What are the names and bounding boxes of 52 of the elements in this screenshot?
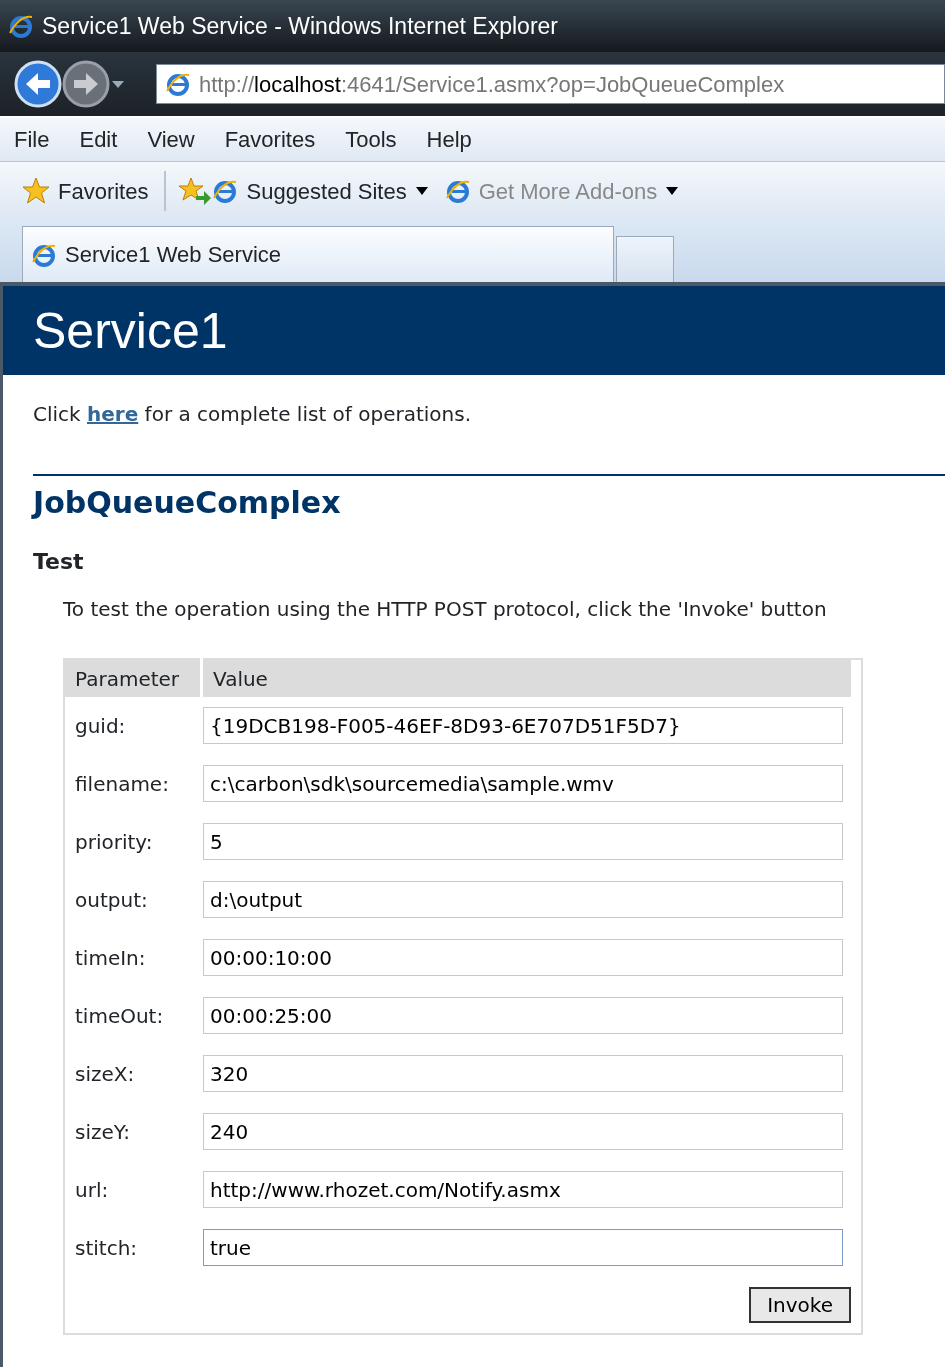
- input-field[interactable]: http://www.rhozet.com/Notify.asmx: [203, 1171, 843, 1208]
- input-field[interactable]: 00:00:25:00: [203, 997, 843, 1034]
- column-header: Parameter: [65, 657, 203, 700]
- parameter-label: stitch:: [74, 1235, 139, 1262]
- back-button-icon[interactable]: [14, 60, 62, 108]
- menu-item[interactable]: Tools: [345, 123, 397, 156]
- caret-icon[interactable]: [110, 79, 126, 89]
- parameter-label: url:: [74, 1177, 110, 1204]
- favorites-button[interactable]: Favorites: [58, 174, 149, 208]
- intro-text: Click here for a complete list of operations.: [33, 401, 473, 428]
- parameter-label: timeIn:: [74, 945, 147, 972]
- column-header: Value: [212, 665, 269, 693]
- menu-item[interactable]: Help: [426, 123, 472, 156]
- caret-icon[interactable]: [414, 186, 429, 196]
- input-field[interactable]: 00:00:10:00: [203, 939, 843, 976]
- description-text: To test the operation using the HTTP POST protocol, click the 'Invoke' button: [63, 596, 828, 623]
- add-favorite-icon[interactable]: [178, 176, 213, 206]
- operation-title: JobQueueComplex: [33, 484, 342, 522]
- parameter-label: output:: [74, 887, 149, 914]
- caret-icon[interactable]: [665, 186, 680, 196]
- parameter-label: priority:: [74, 829, 154, 856]
- parameter-label: sizeY:: [74, 1119, 132, 1146]
- star-icon[interactable]: [22, 177, 50, 205]
- browser-logo-icon: [212, 178, 239, 204]
- parameter-label: guid:: [74, 713, 127, 740]
- browser-logo-icon: [444, 178, 471, 204]
- input-field[interactable]: true: [203, 1229, 843, 1266]
- page-header: Service1: [3, 286, 945, 375]
- menu-item[interactable]: Favorites: [224, 123, 316, 156]
- browser-logo-icon: [165, 71, 191, 97]
- section-heading: Test: [33, 548, 85, 576]
- input-field[interactable]: d:\output: [203, 881, 843, 918]
- input-field[interactable]: 240: [203, 1113, 843, 1150]
- input-field[interactable]: 5: [203, 823, 843, 860]
- menu-item[interactable]: Edit: [79, 123, 118, 156]
- parameter-label: timeOut:: [74, 1003, 165, 1030]
- address-field[interactable]: http://localhost:4641/Service1.asmx?op=JobQueueComplex: [156, 64, 945, 104]
- favorites-link[interactable]: Suggested Sites: [246, 174, 407, 208]
- menu-item[interactable]: View: [147, 123, 195, 156]
- input-field[interactable]: {19DCB198-F005-46EF-8D93-6E707D51F5D7}: [203, 707, 843, 744]
- window-title: Service1 Web Service - Windows Internet Explorer: [42, 11, 558, 41]
- input-field[interactable]: 320: [203, 1055, 843, 1092]
- operations-link[interactable]: here: [87, 402, 139, 426]
- parameter-label: filename:: [74, 771, 170, 798]
- input-field[interactable]: c:\carbon\sdk\sourcemedia\sample.wmv: [203, 765, 843, 802]
- menu-item[interactable]: File: [14, 123, 50, 156]
- forward-button-icon[interactable]: [62, 60, 110, 108]
- browser-tab[interactable]: Service1 Web Service: [22, 226, 614, 282]
- url-text: http://localhost:4641/Service1.asmx?op=JobQueueComplex: [199, 70, 785, 99]
- browser-logo-icon: [8, 13, 34, 39]
- invoke-button[interactable]: Invoke: [749, 1287, 851, 1323]
- parameter-label: sizeX:: [74, 1061, 136, 1088]
